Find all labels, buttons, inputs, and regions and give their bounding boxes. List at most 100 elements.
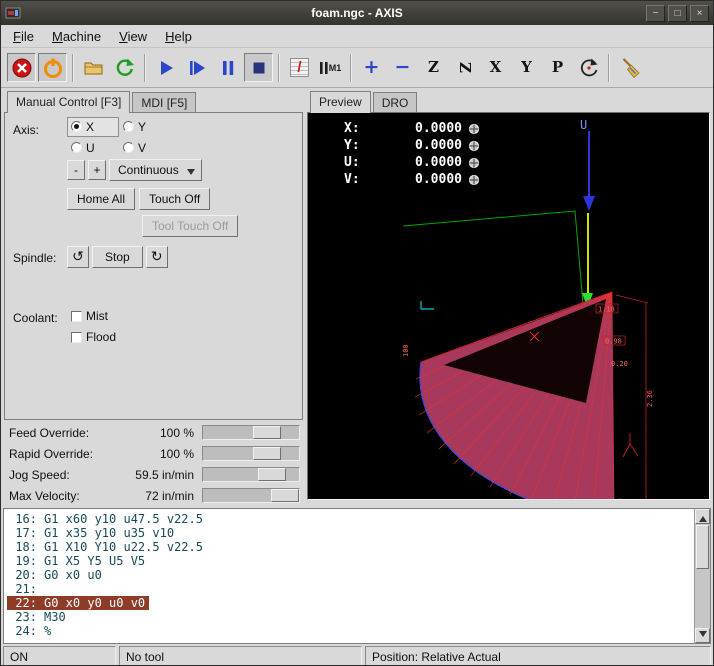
rapid-override-slider[interactable] — [202, 446, 300, 461]
view-x-button[interactable]: X — [481, 53, 510, 82]
jog-mode-dropdown[interactable]: Continuous — [109, 159, 202, 181]
gcode-listing: 16:G1 x60 y10 u47.5 v22.5 17: G1 x35 y10 … — [3, 508, 711, 644]
open-file-button[interactable] — [79, 53, 108, 82]
arrow-up-icon — [699, 512, 707, 522]
estop-button[interactable] — [7, 53, 36, 82]
power-icon — [42, 57, 64, 79]
gcode-scrollbar[interactable] — [694, 509, 710, 643]
axis-radio-y[interactable]: Y — [119, 120, 171, 134]
left-tabs: Manual Control [F3] MDI [F5] — [4, 90, 303, 112]
scroll-down-button[interactable] — [695, 628, 710, 643]
slider-handle[interactable] — [253, 426, 281, 439]
coolant-flood-checkbox[interactable]: Flood — [71, 330, 116, 344]
max-velocity-row: Max Velocity: 72 in/min — [4, 485, 303, 506]
optional-pause-button[interactable]: M1 — [316, 53, 345, 82]
gcode-line-current[interactable]: 22: G0 x0 y0 u0 v0 — [7, 596, 694, 610]
toolbar: / M1 + − Z Z X Y P — [1, 48, 713, 88]
step-button[interactable] — [182, 53, 211, 82]
gcode-line-text: % — [44, 624, 51, 638]
slider-handle[interactable] — [258, 468, 286, 481]
axis-radio-u[interactable]: U — [67, 141, 119, 155]
stop-button[interactable] — [244, 53, 273, 82]
gcode-line[interactable]: 18:G1 X10 Y10 u22.5 v22.5 — [7, 540, 694, 554]
dro-row-u: U: 0.0000 — [344, 154, 480, 171]
slider-handle[interactable] — [253, 447, 281, 460]
tab-manual-control[interactable]: Manual Control [F3] — [7, 91, 130, 113]
tab-mdi[interactable]: MDI [F5] — [132, 92, 196, 113]
gcode-line-number: 22: — [7, 596, 37, 610]
scroll-up-button[interactable] — [695, 509, 710, 524]
dro-axis-value: 0.0000 — [370, 172, 462, 187]
feed-override-row: Feed Override: 100 % — [4, 422, 303, 443]
axis-radio-v[interactable]: V — [119, 141, 171, 155]
axis-radio-y-label: Y — [138, 120, 146, 134]
axis-radio-x[interactable]: X — [67, 117, 119, 137]
jog-plus-button[interactable]: + — [88, 160, 106, 180]
zoom-out-button[interactable]: − — [388, 53, 417, 82]
gcode-line[interactable]: 16:G1 x60 y10 u47.5 v22.5 — [7, 512, 694, 526]
machine-power-button[interactable] — [38, 53, 67, 82]
view-perspective-button[interactable]: P — [543, 53, 572, 82]
jog-speed-value: 59.5 in/min — [135, 468, 202, 482]
spindle-cw-button[interactable]: ↻ — [146, 246, 168, 268]
gcode-line-number: 16: — [7, 512, 37, 526]
gcode-line[interactable]: 19:G1 X5 Y5 U5 V5 — [7, 554, 694, 568]
dimension-lines — [616, 295, 648, 499]
view-z-rotated-icon: Z — [457, 62, 472, 73]
jog-minus-button[interactable]: - — [67, 160, 85, 180]
gcode-line-number: 20: — [7, 568, 37, 582]
feed-override-slider[interactable] — [202, 425, 300, 440]
tab-preview[interactable]: Preview — [310, 91, 371, 113]
clear-plot-button[interactable] — [615, 53, 644, 82]
skip-lines-button[interactable]: / — [285, 53, 314, 82]
spindle-ccw-button[interactable]: ↺ — [67, 246, 89, 268]
max-velocity-slider[interactable] — [202, 488, 300, 503]
jog-speed-slider[interactable] — [202, 467, 300, 482]
gcode-line[interactable]: 21: — [7, 582, 694, 596]
preview-canvas[interactable]: X: 0.0000 Y: 0.0000 U: 0.0000 — [307, 112, 710, 500]
menu-file[interactable]: File — [4, 25, 43, 47]
menu-view[interactable]: View — [110, 25, 156, 47]
view-perspective-icon: P — [552, 60, 563, 75]
home-all-button[interactable]: Home All — [67, 188, 135, 210]
gcode-line-text: G0 x0 y0 u0 v0 — [44, 596, 145, 610]
tab-dro[interactable]: DRO — [373, 92, 418, 113]
jog-speed-row: Jog Speed: 59.5 in/min — [4, 464, 303, 485]
zoom-in-button[interactable]: + — [357, 53, 386, 82]
scrollbar-thumb[interactable] — [696, 525, 709, 569]
menu-help[interactable]: Help — [156, 25, 201, 47]
homed-icon — [468, 174, 480, 186]
gcode-line[interactable]: 23:M30 — [7, 610, 694, 624]
gcode-line-number: 17: — [7, 526, 37, 540]
slider-handle[interactable] — [271, 489, 299, 502]
machine-state-status: ON — [3, 646, 116, 666]
minimize-button[interactable]: − — [646, 5, 665, 22]
coolant-mist-checkbox[interactable]: Mist — [71, 309, 108, 323]
tool-status: No tool — [119, 646, 362, 666]
pause-button[interactable] — [213, 53, 242, 82]
spindle-stop-button[interactable]: Stop — [92, 246, 143, 268]
menu-machine[interactable]: Machine — [43, 25, 110, 47]
view-y-button[interactable]: Y — [512, 53, 541, 82]
view-z-rotated-button[interactable]: Z — [450, 53, 479, 82]
rapid-override-row: Rapid Override: 100 % — [4, 443, 303, 464]
touch-off-button[interactable]: Touch Off — [139, 188, 210, 210]
gcode-line-text: G1 x35 y10 u35 v10 — [44, 526, 174, 540]
maximize-button[interactable]: □ — [668, 5, 687, 22]
jog-speed-label: Jog Speed: — [9, 468, 70, 482]
dro-row-x: X: 0.0000 — [344, 120, 480, 137]
rotate-view-button[interactable] — [574, 53, 603, 82]
reload-button[interactable] — [110, 53, 139, 82]
close-button[interactable]: × — [690, 5, 709, 22]
run-button[interactable] — [151, 53, 180, 82]
gcode-text-area[interactable]: 16:G1 x60 y10 u47.5 v22.5 17: G1 x35 y10 … — [4, 509, 694, 643]
manual-control-frame: Axis: X Y U V — [4, 112, 303, 420]
view-z-button[interactable]: Z — [419, 53, 448, 82]
gcode-line[interactable]: 17: G1 x35 y10 u35 v10 — [7, 526, 694, 540]
view-z-icon: Z — [428, 60, 439, 75]
scrollbar-trough[interactable] — [695, 570, 710, 628]
gcode-line[interactable]: 24:% — [7, 624, 694, 638]
tool-touch-off-button[interactable]: Tool Touch Off — [142, 215, 238, 237]
gcode-line[interactable]: 20:G0 x0 u0 — [7, 568, 694, 582]
origin-marker — [421, 301, 434, 309]
